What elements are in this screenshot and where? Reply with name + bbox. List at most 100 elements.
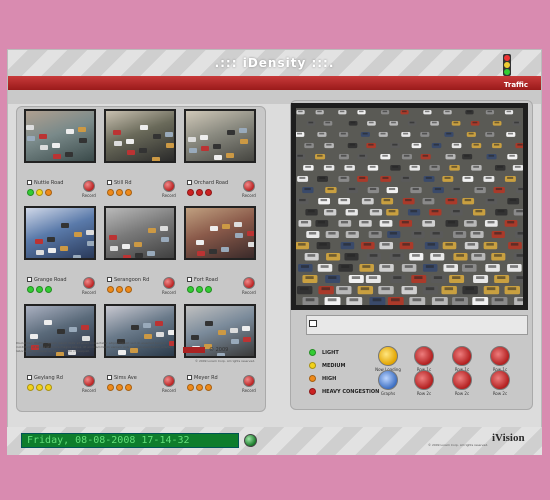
traffic-label: Traffic — [503, 81, 528, 89]
record-button[interactable] — [243, 375, 255, 387]
row-2c-button[interactable] — [452, 370, 472, 390]
record-button[interactable] — [243, 277, 255, 289]
main-camera-feed[interactable] — [291, 103, 528, 310]
congestion-dot — [36, 286, 43, 293]
copyright-line: © 2009 Lorem Corp. All rights reserved. — [195, 359, 256, 363]
camera-feed[interactable] — [24, 109, 96, 163]
congestion-dot — [107, 189, 114, 196]
camera-feed[interactable] — [184, 109, 256, 163]
legend-item: HEAVY CONGESTION — [309, 385, 379, 398]
congestion-dot — [187, 286, 194, 293]
congestion-dot — [116, 189, 123, 196]
camera-location-label: Still Rd — [114, 180, 132, 186]
legend-dot — [309, 375, 316, 382]
camera-icon — [27, 277, 32, 282]
row-1c-button[interactable] — [490, 346, 510, 366]
record-button[interactable] — [163, 375, 175, 387]
tool-label: Row 2c — [416, 391, 432, 396]
record-button[interactable] — [83, 375, 95, 387]
congestion-dot — [116, 286, 123, 293]
camera-icon — [27, 375, 32, 380]
camera-feed[interactable] — [104, 206, 176, 260]
camera-location-label: Sims Ave — [114, 375, 137, 381]
title-bar: .::: iDensity :::. — [8, 50, 541, 76]
app-title: .::: iDensity :::. — [214, 56, 335, 70]
legend-dot — [309, 349, 316, 356]
congestion-dot — [36, 189, 43, 196]
congestion-indicators — [27, 384, 52, 391]
camera-icon — [107, 180, 112, 185]
congestion-dot — [45, 189, 52, 196]
camera-feed[interactable] — [24, 206, 96, 260]
camera-location-label: Fort Road — [194, 277, 218, 283]
record-label: Record — [242, 193, 256, 198]
congestion-dot — [27, 189, 34, 196]
camera-icon — [187, 180, 192, 185]
camera-location-label: Geylang Rd — [34, 375, 63, 381]
row-2c-button[interactable] — [414, 370, 434, 390]
congestion-indicators — [187, 189, 212, 196]
record-button[interactable] — [83, 180, 95, 192]
camera-feed[interactable] — [104, 109, 176, 163]
record-button[interactable] — [243, 180, 255, 192]
congestion-dot — [27, 286, 34, 293]
congestion-dot — [27, 384, 34, 391]
record-label: Record — [82, 388, 96, 393]
congestion-dot — [196, 286, 203, 293]
camera-icon — [107, 277, 112, 282]
congestion-dot — [125, 286, 132, 293]
fine-print: Disclaimer: iTraffic™ Lorem ipsum dolor … — [16, 341, 174, 353]
record-button[interactable] — [163, 277, 175, 289]
congestion-indicators — [27, 286, 52, 293]
tool-label: Graphs — [380, 391, 396, 396]
camera-icon — [187, 277, 192, 282]
record-label: Record — [82, 193, 96, 198]
record-button[interactable] — [83, 277, 95, 289]
datetime-display: Friday, 08-08-2008 17-14-32 — [21, 433, 239, 448]
record-label: Record — [242, 290, 256, 295]
header-stripe — [8, 76, 541, 90]
camera-detail-bar — [306, 315, 528, 335]
copyright-year: © 2009 — [209, 347, 229, 353]
brand-logo: iVision — [492, 432, 525, 444]
camera-icon — [107, 375, 112, 380]
camera-location-label: Meyer Rd — [194, 375, 218, 381]
congestion-dot — [187, 384, 194, 391]
congestion-indicators — [107, 384, 132, 391]
congestion-dot — [107, 286, 114, 293]
legend-dot — [309, 388, 316, 395]
camera-icon — [309, 320, 317, 327]
legend-item: MEDIUM — [309, 359, 379, 372]
camera-location-label: Serangoon Rd — [114, 277, 150, 283]
camera-feed[interactable] — [184, 206, 256, 260]
now-loading-button[interactable] — [378, 346, 398, 366]
record-button[interactable] — [163, 180, 175, 192]
row-2c-button[interactable] — [490, 370, 510, 390]
go-button[interactable] — [244, 434, 257, 447]
congestion-dot — [205, 189, 212, 196]
graphs-button[interactable] — [378, 370, 398, 390]
congestion-indicators — [187, 384, 212, 391]
congestion-dot — [196, 189, 203, 196]
congestion-dot — [107, 384, 114, 391]
camera-icon — [27, 180, 32, 185]
congestion-dot — [125, 384, 132, 391]
congestion-dot — [205, 286, 212, 293]
congestion-dot — [45, 384, 52, 391]
camera-icon — [187, 375, 192, 380]
camera-location-label: Orchard Road — [194, 180, 229, 186]
brand-badge — [183, 347, 205, 353]
congestion-indicators — [107, 286, 132, 293]
traffic-light-icon[interactable] — [503, 54, 511, 76]
row-1c-button[interactable] — [414, 346, 434, 366]
record-label: Record — [162, 290, 176, 295]
tool-label: Row 2c — [492, 391, 508, 396]
tool-label: Row 2c — [454, 391, 470, 396]
record-label: Record — [82, 290, 96, 295]
row-1c-button[interactable] — [452, 346, 472, 366]
record-label: Record — [162, 388, 176, 393]
congestion-indicators — [107, 189, 132, 196]
congestion-dot — [196, 384, 203, 391]
congestion-indicators — [187, 286, 212, 293]
congestion-dot — [187, 189, 194, 196]
